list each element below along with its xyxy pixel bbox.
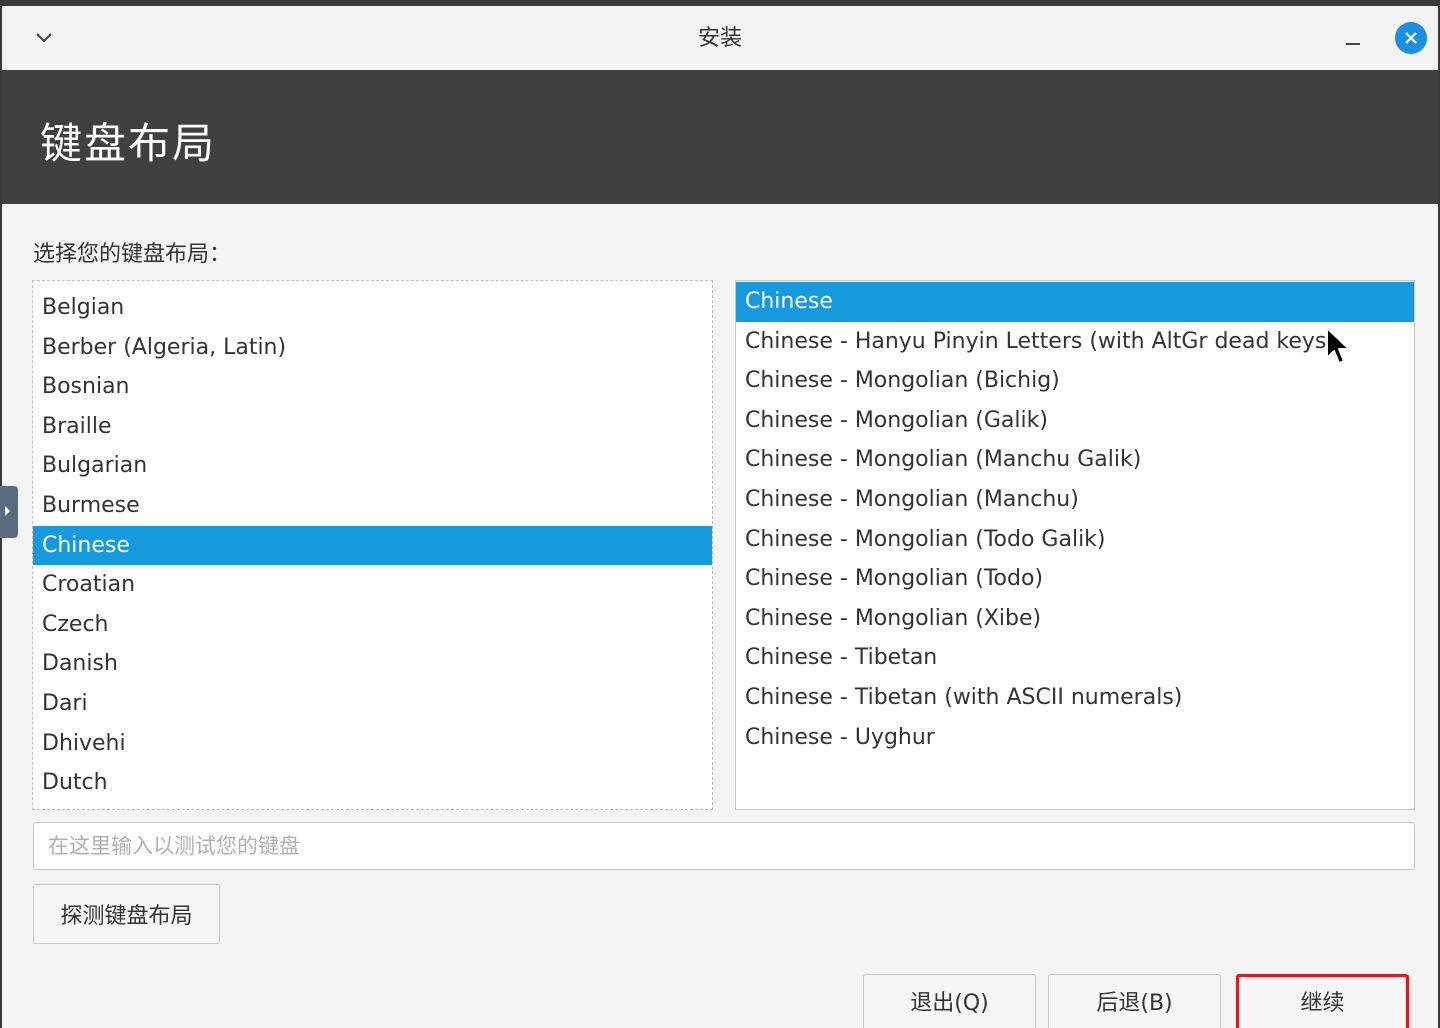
- layout-list-item[interactable]: Bosnian: [33, 367, 712, 407]
- layout-list-item[interactable]: Chinese: [33, 525, 712, 566]
- layout-list-item[interactable]: Czech: [33, 605, 712, 645]
- titlebar: 安装: [2, 6, 1438, 71]
- layout-list-item[interactable]: Bulgarian: [33, 446, 712, 486]
- keyboard-test-input[interactable]: [33, 822, 1415, 870]
- variant-list-item[interactable]: Chinese - Mongolian (Xibe): [736, 599, 1414, 639]
- variant-list-item[interactable]: Chinese - Mongolian (Todo Galik): [736, 520, 1414, 560]
- layout-list-item[interactable]: Danish: [33, 644, 712, 684]
- keyboard-layout-list[interactable]: Belgian Berber (Algeria, Latin) Bosnian Bra…: [32, 280, 713, 810]
- layout-list-item[interactable]: Dhivehi: [33, 724, 712, 764]
- layout-list-item[interactable]: Dari: [33, 684, 712, 724]
- layout-list-item[interactable]: Dutch: [33, 763, 712, 803]
- detect-layout-button[interactable]: 探测键盘布局: [33, 884, 220, 944]
- layout-list-item[interactable]: Belgian: [33, 288, 712, 328]
- variant-list-item[interactable]: Chinese - Mongolian (Manchu Galik): [736, 440, 1414, 480]
- variant-list-item[interactable]: Chinese - Mongolian (Todo): [736, 559, 1414, 599]
- variant-list-item[interactable]: Chinese - Tibetan (with ASCII numerals): [736, 678, 1414, 718]
- variant-list-item[interactable]: Chinese - Mongolian (Bichig): [736, 361, 1414, 401]
- page-title: 键盘布局: [40, 119, 217, 168]
- quit-button[interactable]: 退出(Q): [863, 974, 1036, 1028]
- continue-button[interactable]: 继续: [1236, 974, 1409, 1028]
- variant-list-item[interactable]: Chinese: [736, 282, 1414, 322]
- side-panel-handle-icon[interactable]: [0, 486, 18, 538]
- variant-list-item[interactable]: Chinese - Hanyu Pinyin Letters (with Alt…: [736, 322, 1414, 362]
- window-title: 安装: [697, 26, 742, 51]
- variant-list-item[interactable]: Chinese - Uyghur: [736, 718, 1414, 758]
- keyboard-variant-list[interactable]: Chinese Chinese - Hanyu Pinyin Letters (w…: [735, 280, 1415, 810]
- page-header: 键盘布局: [2, 70, 1438, 204]
- layout-list-item[interactable]: Braille: [33, 407, 712, 447]
- layout-prompt-label: 选择您的键盘布局：: [33, 242, 232, 267]
- layout-list-item[interactable]: Croatian: [33, 565, 712, 605]
- minimize-button[interactable]: [1338, 24, 1368, 54]
- back-button[interactable]: 后退(B): [1048, 974, 1221, 1028]
- close-button[interactable]: [1395, 22, 1427, 54]
- layout-list-item[interactable]: Burmese: [33, 486, 712, 526]
- variant-list-item[interactable]: Chinese - Mongolian (Galik): [736, 401, 1414, 441]
- variant-list-item[interactable]: Chinese - Mongolian (Manchu): [736, 480, 1414, 520]
- close-icon: [1405, 32, 1417, 44]
- layout-list-item[interactable]: Berber (Algeria, Latin): [33, 328, 712, 368]
- installer-window: 安装 键盘布局 选择您的键盘布局： Belgian Berber (Algeria…: [2, 6, 1438, 1028]
- variant-list-item[interactable]: Chinese - Tibetan: [736, 638, 1414, 678]
